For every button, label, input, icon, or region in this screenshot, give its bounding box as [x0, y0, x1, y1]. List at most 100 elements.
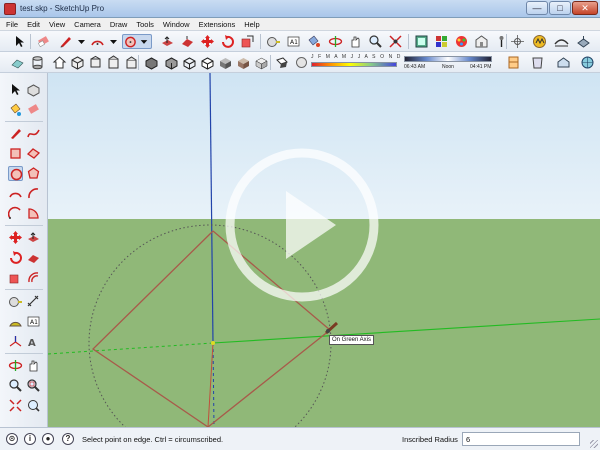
minimize-button[interactable]: — — [526, 1, 548, 15]
pan-icon[interactable] — [26, 358, 41, 373]
move-icon[interactable] — [8, 230, 23, 245]
materials-icon[interactable] — [434, 34, 449, 49]
menu-window[interactable]: Window — [163, 20, 190, 29]
time-bar[interactable] — [404, 56, 492, 62]
push-pull-icon[interactable] — [26, 230, 41, 245]
eraser-icon[interactable] — [26, 102, 41, 117]
maximize-button[interactable]: □ — [549, 1, 571, 15]
back-edges-icon[interactable] — [164, 55, 179, 70]
tape-measure-icon[interactable] — [8, 294, 23, 309]
shadows-icon[interactable] — [274, 55, 289, 70]
iso-view-icon[interactable] — [70, 55, 85, 70]
pencil-icon[interactable] — [58, 34, 73, 49]
follow-me-icon[interactable] — [26, 250, 41, 265]
tape-measure-icon[interactable] — [266, 34, 281, 49]
select-arrow-icon[interactable] — [12, 34, 27, 49]
close-button[interactable]: ✕ — [572, 1, 598, 15]
paint-palette-icon[interactable] — [10, 55, 25, 70]
section-plane-icon[interactable] — [506, 55, 521, 70]
orbit-icon[interactable] — [8, 358, 23, 373]
rectangle-icon[interactable] — [8, 146, 23, 161]
arc-dropdown-icon[interactable] — [106, 34, 117, 49]
line-icon[interactable] — [8, 126, 23, 141]
modeling-viewport[interactable]: On Green Axis — [48, 73, 600, 427]
3d-text-icon[interactable]: A — [26, 334, 41, 349]
top-view-icon[interactable] — [88, 55, 103, 70]
play-overlay-icon[interactable] — [224, 147, 380, 303]
pie-icon[interactable] — [26, 206, 41, 221]
warehouse-icon[interactable] — [474, 34, 489, 49]
zoom-icon[interactable] — [368, 34, 383, 49]
zoom-extents-icon[interactable] — [388, 34, 403, 49]
polygon-icon[interactable] — [26, 166, 41, 181]
menu-extensions[interactable]: Extensions — [199, 20, 236, 29]
menu-file[interactable]: File — [6, 20, 18, 29]
wireframe-icon[interactable] — [182, 55, 197, 70]
pan-icon[interactable] — [348, 34, 363, 49]
rotate-icon[interactable] — [220, 34, 235, 49]
textured-icon[interactable] — [236, 55, 251, 70]
freehand-icon[interactable] — [26, 126, 41, 141]
select-icon[interactable] — [8, 82, 23, 97]
circle-tool-button[interactable] — [122, 34, 152, 49]
zoom-extents-icon[interactable] — [8, 398, 23, 413]
scale-icon[interactable] — [8, 270, 23, 285]
resize-grip-icon[interactable] — [590, 440, 598, 448]
offset-icon[interactable] — [26, 270, 41, 285]
circle-icon[interactable] — [8, 166, 23, 181]
cup-icon[interactable] — [530, 55, 545, 70]
rotate-icon[interactable] — [8, 250, 23, 265]
match-photo-icon[interactable] — [556, 55, 571, 70]
menu-camera[interactable]: Camera — [74, 20, 101, 29]
scale-icon[interactable] — [240, 34, 255, 49]
help-status-icon[interactable]: ? — [62, 433, 74, 445]
shaded-icon[interactable] — [218, 55, 233, 70]
axes-icon[interactable] — [510, 34, 525, 49]
fog-icon[interactable] — [294, 55, 309, 70]
credits-status-icon[interactable]: i — [24, 433, 36, 445]
components-icon[interactable] — [454, 34, 469, 49]
shadow-month-slider[interactable]: J F M A M J J A S O N D — [311, 54, 401, 71]
three-point-arc-icon[interactable] — [8, 206, 23, 221]
follow-me-icon[interactable] — [180, 34, 195, 49]
front-view-icon[interactable] — [106, 55, 121, 70]
push-pull-icon[interactable] — [160, 34, 175, 49]
arc-icon[interactable] — [8, 186, 23, 201]
zoom-window-icon[interactable] — [26, 378, 41, 393]
rotated-rectangle-icon[interactable] — [26, 146, 41, 161]
zoom-icon[interactable] — [8, 378, 23, 393]
pencil-dropdown-icon[interactable] — [74, 34, 85, 49]
arc-icon[interactable] — [90, 34, 105, 49]
extension-icon[interactable] — [532, 34, 547, 49]
monochrome-icon[interactable] — [254, 55, 269, 70]
menu-tools[interactable]: Tools — [136, 20, 154, 29]
protractor-icon[interactable] — [8, 314, 23, 329]
previous-view-icon[interactable] — [26, 398, 41, 413]
axes-icon[interactable] — [8, 334, 23, 349]
dimension-cylinder-icon[interactable] — [30, 55, 45, 70]
home-icon[interactable] — [52, 55, 67, 70]
menu-draw[interactable]: Draw — [110, 20, 128, 29]
right-view-icon[interactable] — [124, 55, 139, 70]
scenes-icon[interactable] — [414, 34, 429, 49]
text-icon[interactable]: A1 — [26, 314, 41, 329]
orbit-icon[interactable] — [328, 34, 343, 49]
month-bar[interactable] — [311, 62, 397, 67]
text-icon[interactable]: A1 — [286, 34, 301, 49]
dimension-icon[interactable] — [26, 294, 41, 309]
paint-bucket-icon[interactable] — [306, 34, 321, 49]
menu-help[interactable]: Help — [244, 20, 259, 29]
menu-edit[interactable]: Edit — [27, 20, 40, 29]
menu-view[interactable]: View — [49, 20, 65, 29]
two-point-arc-icon[interactable] — [26, 186, 41, 201]
measurements-input[interactable]: 6 — [462, 432, 580, 446]
stamp-icon[interactable] — [576, 34, 591, 49]
hidden-line-icon[interactable] — [200, 55, 215, 70]
eraser-icon[interactable] — [36, 34, 51, 49]
user-status-icon[interactable]: ● — [42, 433, 54, 445]
geo-location-icon[interactable] — [580, 55, 595, 70]
geo-location-status-icon[interactable]: ⊙ — [6, 433, 18, 445]
paint-bucket-icon[interactable] — [8, 102, 23, 117]
sandbox-icon[interactable] — [554, 34, 569, 49]
xray-icon[interactable] — [144, 55, 159, 70]
